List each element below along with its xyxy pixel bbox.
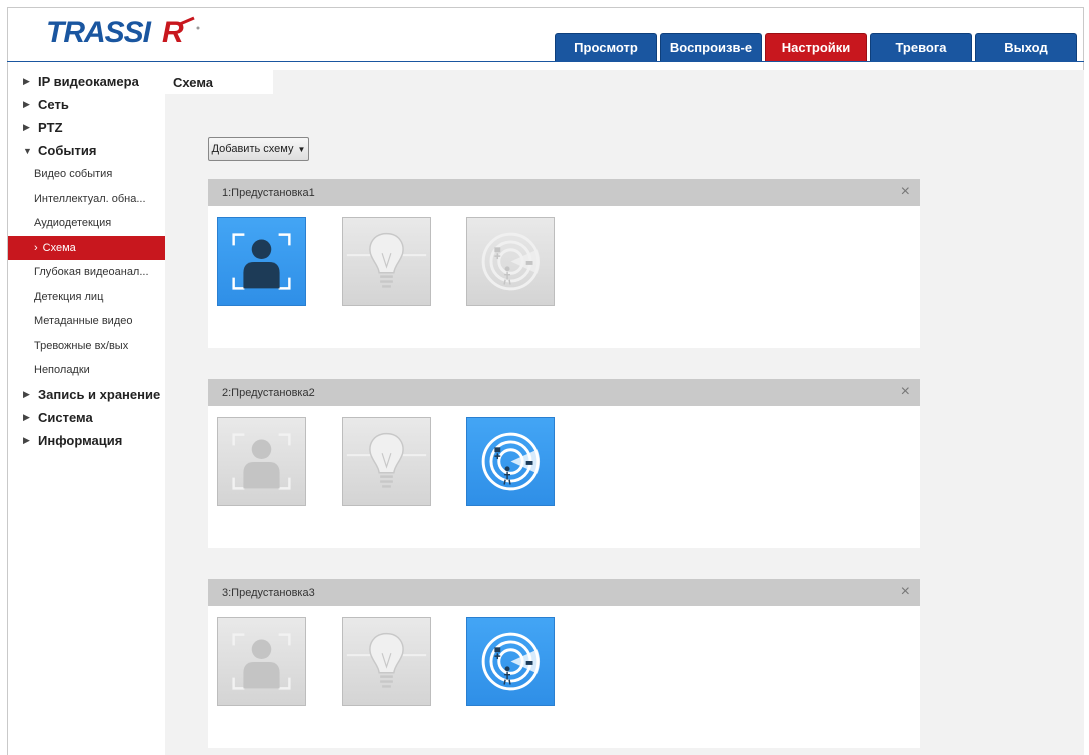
expand-arrow-icon: ▶: [23, 76, 30, 86]
expand-arrow-icon: ▶: [23, 434, 30, 445]
sidebar-subitem-video-metadata[interactable]: Метаданные видео: [8, 309, 165, 334]
face-detection-tile[interactable]: [217, 417, 306, 506]
trassir-logo: TRASSI R: [46, 14, 216, 49]
face-detection-tile[interactable]: [217, 217, 306, 306]
sidebar-item-label: PTZ: [38, 120, 63, 135]
tab-settings[interactable]: Настройки: [765, 33, 867, 61]
radar-intrusion-tile[interactable]: [466, 617, 555, 706]
scheme-header: 3:Предустановка3 ×: [208, 579, 920, 606]
sidebar-subitem-face-detection[interactable]: Детекция лиц: [8, 285, 165, 310]
sidebar-item-ptz[interactable]: ▶ PTZ: [8, 116, 165, 139]
tab-playback[interactable]: Воспроизв-е: [660, 33, 762, 61]
tab-logout[interactable]: Выход: [975, 33, 1077, 61]
sidebar-item-label: Информация: [38, 432, 123, 448]
sidebar-subitem-deep-analytics[interactable]: Глубокая видеоанал...: [8, 260, 165, 285]
face-detection-tile[interactable]: [217, 617, 306, 706]
scheme-title: 3:Предустановка3: [222, 586, 315, 599]
scheme-panel: 3:Предустановка3 ×: [208, 579, 920, 748]
sidebar-subitem-smart-detection[interactable]: Интеллектуал. обна...: [8, 187, 165, 212]
sidebar-item-ip-camera[interactable]: ▶ IP видеокамера: [8, 70, 165, 93]
collapse-arrow-icon: ▼: [23, 145, 32, 156]
light-bulb-icon: [346, 232, 427, 288]
top-nav-tabs: Просмотр Воспроизв-е Настройки Тревога В…: [555, 33, 1077, 61]
sidebar-subitem-alarm-io[interactable]: Тревожные вх/вых: [8, 334, 165, 359]
light-bulb-tile[interactable]: [342, 217, 431, 306]
close-icon[interactable]: ×: [901, 183, 910, 201]
face-detection-icon: [232, 633, 291, 690]
page-tab-scheme[interactable]: Схема: [165, 70, 273, 94]
scheme-header: 2:Предустановка2 ×: [208, 379, 920, 406]
face-detection-icon: [232, 233, 291, 290]
scheme-panel: 2:Предустановка2 ×: [208, 379, 920, 548]
light-bulb-icon: [346, 432, 427, 488]
scheme-body: [208, 606, 920, 748]
radar-intrusion-tile[interactable]: [466, 217, 555, 306]
sidebar-subitem-faults[interactable]: Неполадки: [8, 358, 165, 383]
sidebar: ▶ IP видеокамера ▶ Сеть ▶ PTZ ▼ События Виде…: [8, 70, 165, 755]
main-panel: Схема Добавить схему ▼ 1:Предустановка1 …: [165, 70, 1084, 755]
scheme-body: [208, 206, 920, 348]
svg-text:R: R: [162, 16, 184, 48]
light-bulb-tile[interactable]: [342, 617, 431, 706]
sidebar-item-label: События: [38, 143, 97, 158]
scheme-title: 2:Предустановка2: [222, 386, 315, 399]
header-divider: [7, 61, 1084, 62]
radar-intrusion-icon: [481, 632, 541, 691]
light-bulb-icon: [346, 632, 427, 688]
sidebar-subitem-audio-detection[interactable]: Аудиодетекция: [8, 211, 165, 236]
scheme-panel: 1:Предустановка1 ×: [208, 179, 920, 348]
sidebar-item-label: Система: [38, 409, 93, 425]
close-icon[interactable]: ×: [901, 383, 910, 401]
scheme-header: 1:Предустановка1 ×: [208, 179, 920, 206]
sidebar-item-label: Схема: [42, 241, 76, 254]
sidebar-item-label: Запись и хранение: [38, 386, 161, 402]
sidebar-item-label: IP видеокамера: [38, 74, 139, 89]
scheme-content: Добавить схему ▼ 1:Предустановка1 × 2:Пр…: [165, 94, 1084, 755]
tab-view[interactable]: Просмотр: [555, 33, 657, 61]
sidebar-item-information[interactable]: ▶ Информация: [8, 429, 165, 452]
tab-alarm[interactable]: Тревога: [870, 33, 972, 61]
sidebar-subitem-scheme[interactable]: › Схема: [8, 235, 165, 260]
chevron-right-icon: ›: [34, 241, 38, 254]
radar-intrusion-tile[interactable]: [466, 417, 555, 506]
close-icon[interactable]: ×: [901, 583, 910, 601]
expand-arrow-icon: ▶: [23, 99, 30, 109]
sidebar-item-network[interactable]: ▶ Сеть: [8, 93, 165, 116]
scheme-title: 1:Предустановка1: [222, 186, 315, 199]
sidebar-item-label: Сеть: [38, 97, 69, 112]
face-detection-icon: [232, 433, 291, 490]
radar-intrusion-icon: [481, 432, 541, 491]
sidebar-subitem-video-events[interactable]: Видео события: [8, 162, 165, 187]
sidebar-item-system[interactable]: ▶ Система: [8, 406, 165, 429]
sidebar-item-recording-storage[interactable]: ▶ Запись и хранение: [8, 383, 165, 406]
page-tab-strip: Схема: [165, 70, 1084, 94]
expand-arrow-icon: ▶: [23, 388, 30, 399]
sidebar-item-events[interactable]: ▼ События: [8, 139, 165, 162]
add-scheme-button[interactable]: Добавить схему ▼: [208, 137, 309, 161]
radar-intrusion-icon: [481, 232, 541, 291]
dropdown-caret-icon: ▼: [297, 144, 306, 154]
expand-arrow-icon: ▶: [23, 122, 30, 132]
light-bulb-tile[interactable]: [342, 417, 431, 506]
scheme-body: [208, 406, 920, 548]
add-scheme-label: Добавить схему: [211, 143, 294, 155]
svg-text:TRASSI: TRASSI: [46, 16, 152, 48]
expand-arrow-icon: ▶: [23, 411, 30, 422]
